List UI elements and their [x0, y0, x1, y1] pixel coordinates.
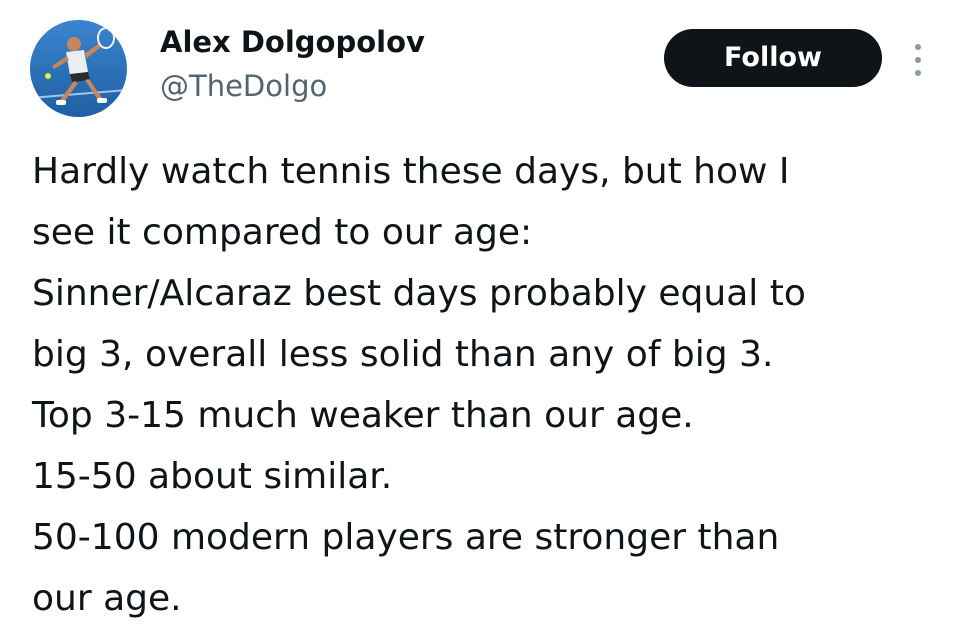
more-options-icon-dot: [915, 57, 921, 63]
more-options-button[interactable]: [902, 40, 932, 80]
tweet-text-line: 15-50 about similar.: [32, 456, 393, 497]
tweet-text: Hardly watch tennis these days, but how …: [32, 141, 952, 629]
author-avatar[interactable]: [30, 20, 127, 117]
tweet-text-line: Sinner/Alcaraz best days probably equal …: [32, 273, 806, 314]
author-name[interactable]: Alex Dolgopolov: [160, 22, 425, 62]
tweet-text-line: 50-100 modern players are stronger than: [32, 517, 780, 558]
tweet-text-line: see it compared to our age:: [32, 212, 533, 253]
author-handle[interactable]: @TheDolgo: [160, 66, 327, 106]
tweet-card: Alex Dolgopolov @TheDolgo Follow Hardly …: [0, 0, 970, 619]
tweet-text-line: Top 3-15 much weaker than our age.: [32, 395, 694, 436]
follow-button[interactable]: Follow: [664, 29, 882, 87]
tweet-text-line: big 3, overall less solid than any of bi…: [32, 334, 774, 375]
tweet-text-line: Hardly watch tennis these days, but how …: [32, 151, 790, 192]
more-options-icon-dot: [915, 70, 921, 76]
tennis-player-avatar-icon: [30, 20, 127, 117]
more-options-icon: [915, 44, 921, 50]
tweet-text-line: our age.: [32, 578, 182, 619]
